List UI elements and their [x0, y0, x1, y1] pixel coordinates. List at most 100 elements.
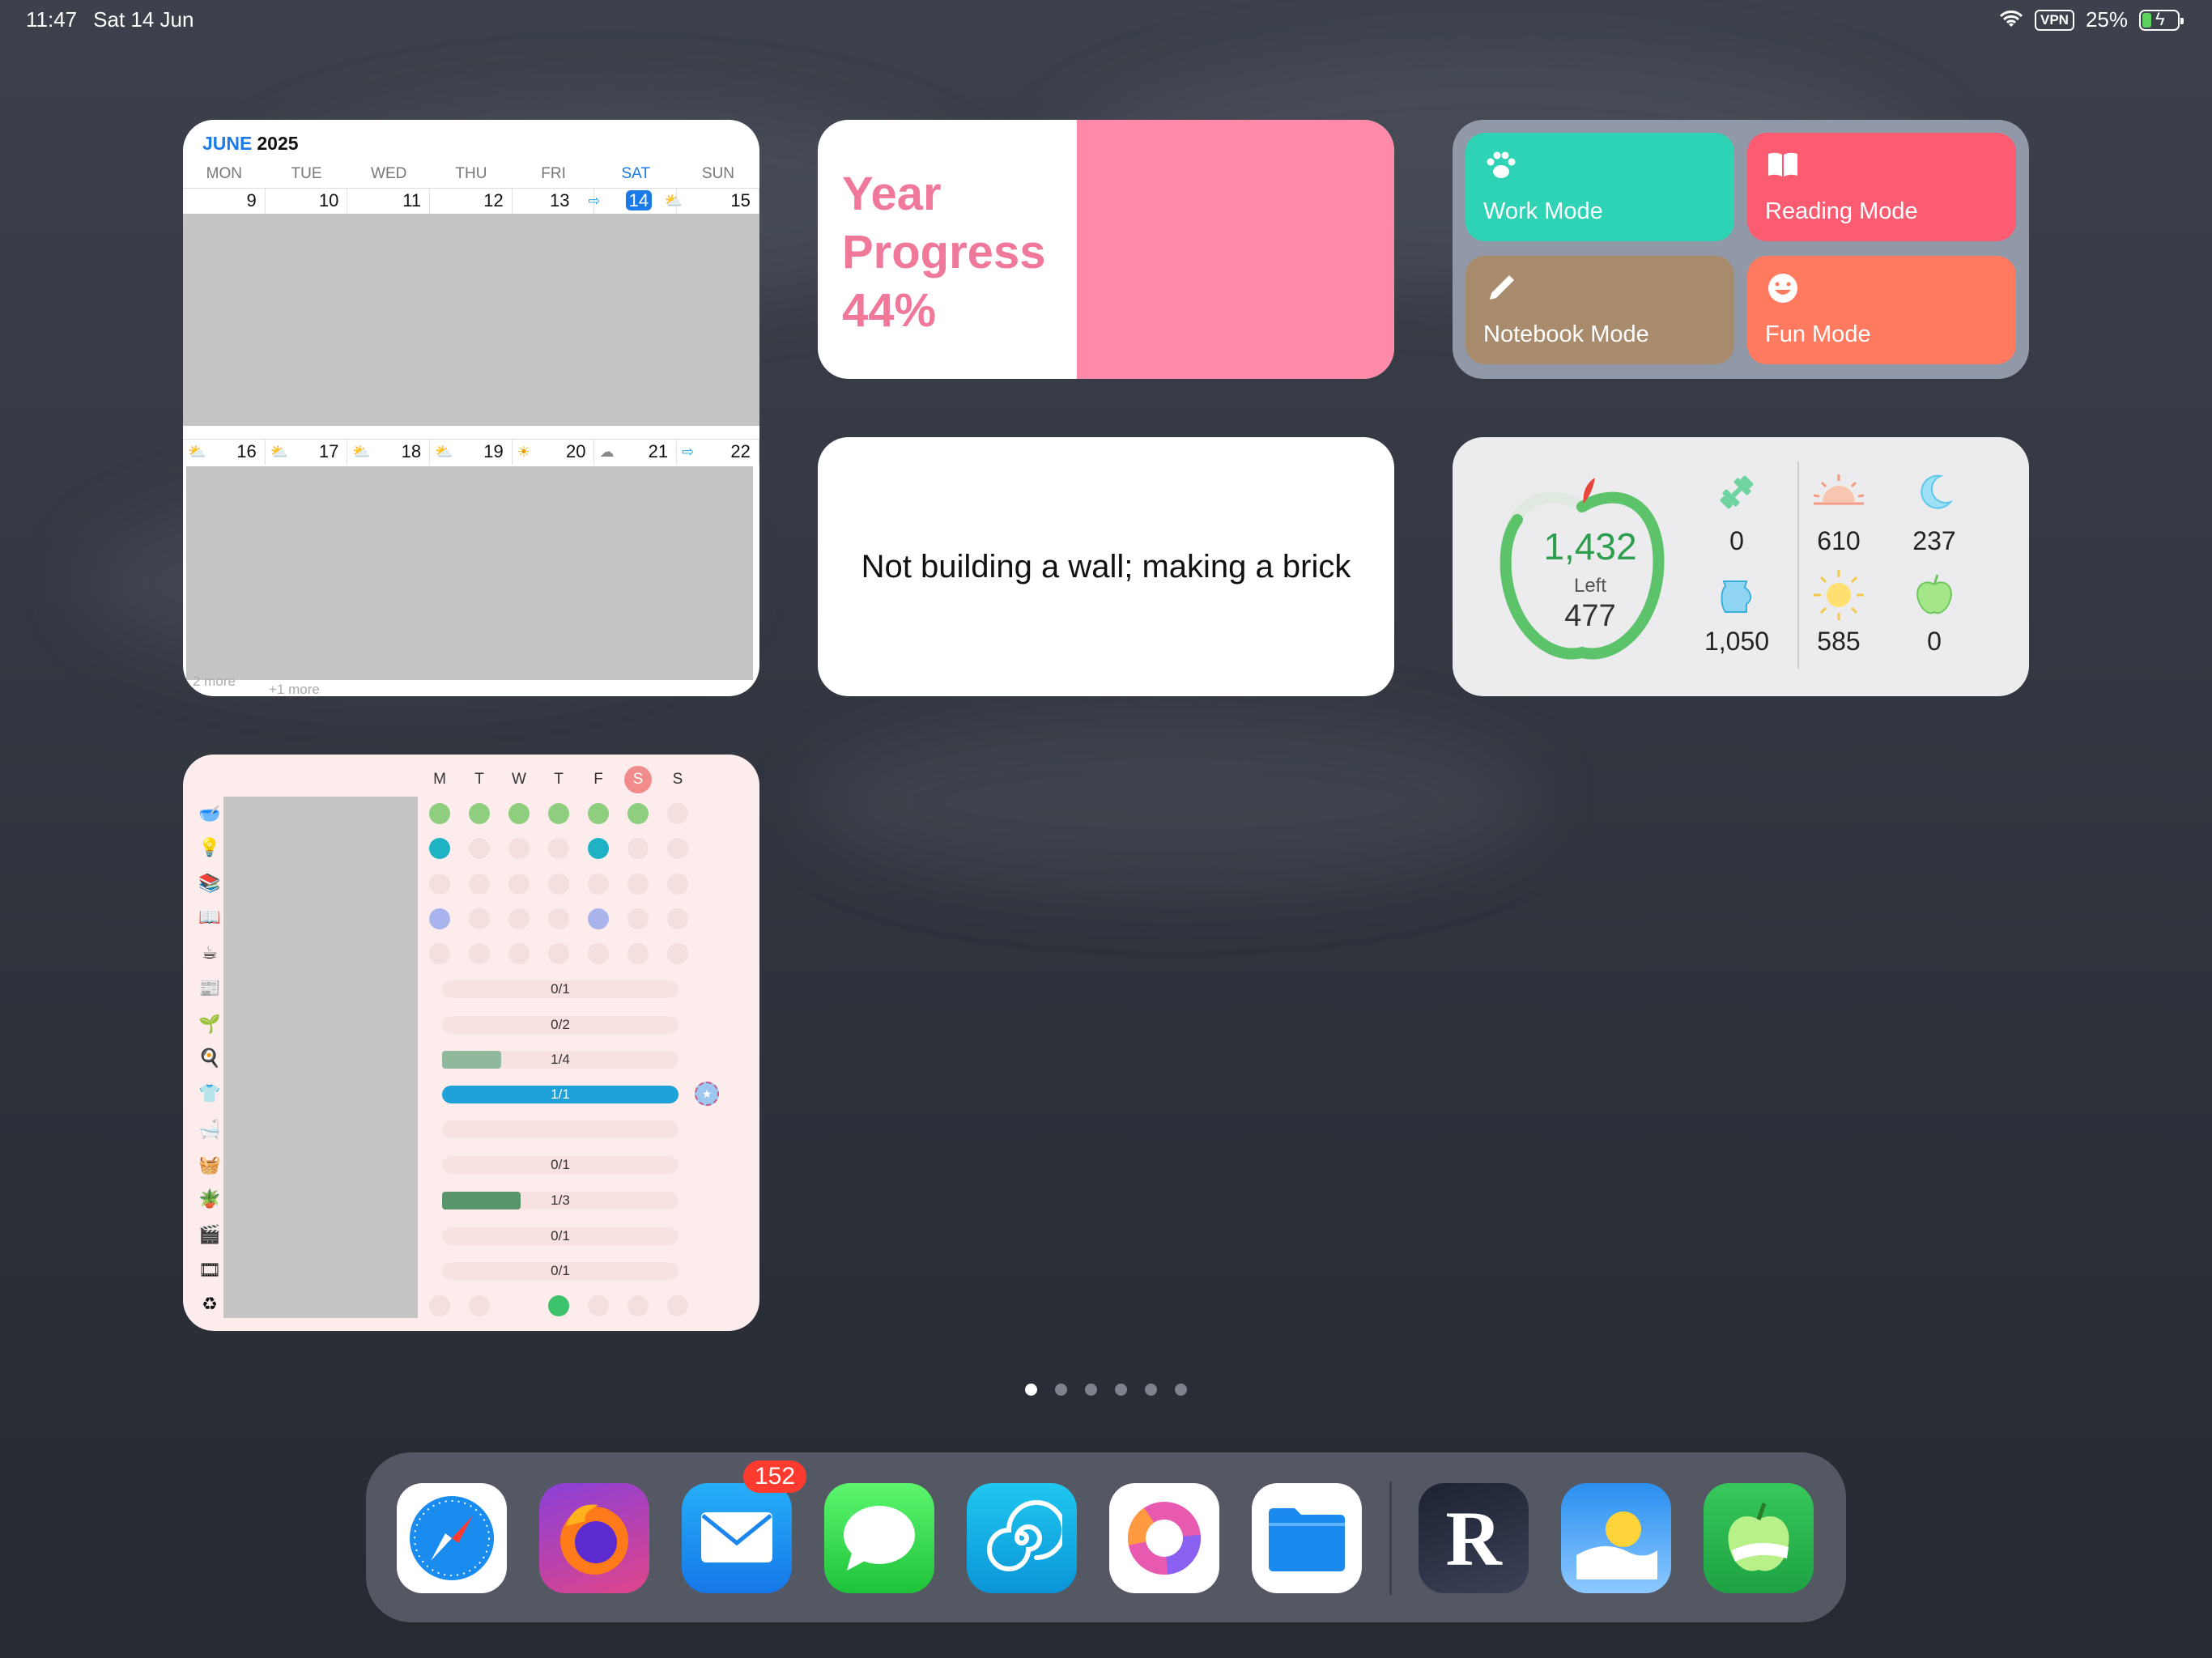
calendar-day[interactable]: 10	[266, 189, 348, 214]
calendar-day[interactable]: 9	[183, 189, 266, 214]
habit-dot-done[interactable]	[548, 1295, 569, 1316]
habit-progress-row[interactable]: 0/1	[442, 1156, 678, 1174]
firefox-app-icon[interactable]	[539, 1483, 649, 1593]
habit-progress-row[interactable]: 0/2	[442, 1016, 678, 1034]
habit-progress-row[interactable]: 1/3	[442, 1192, 678, 1209]
habit-dot-empty[interactable]	[667, 943, 688, 964]
habit-dot-empty[interactable]	[429, 943, 450, 964]
habit-dot-empty[interactable]	[627, 838, 649, 859]
habit-progress-row[interactable]: 1/4	[442, 1051, 678, 1069]
habit-dot-empty[interactable]	[548, 943, 569, 964]
page-dot[interactable]	[1175, 1384, 1187, 1396]
habit-dot-empty[interactable]	[548, 874, 569, 895]
shirt-icon: 👕	[198, 1083, 221, 1103]
habit-dot-empty[interactable]	[588, 943, 609, 964]
calendar-day[interactable]: 11	[347, 189, 431, 214]
habit-dot-empty[interactable]	[469, 943, 490, 964]
page-dot[interactable]	[1145, 1384, 1157, 1396]
habit-progress-row[interactable]: 0/1	[442, 1120, 678, 1138]
work-mode-shortcut[interactable]: Work Mode	[1465, 133, 1734, 241]
page-dot[interactable]	[1055, 1384, 1067, 1396]
habit-dot-empty[interactable]	[588, 874, 609, 895]
calendar-widget[interactable]: JUNE 2025 MON TUE WED THU FRI SAT SUN 9 1…	[183, 120, 759, 696]
calendar-day[interactable]: 12	[430, 189, 513, 214]
habit-dot-done[interactable]	[627, 803, 649, 824]
files-app-icon[interactable]	[1252, 1483, 1362, 1593]
calendar-events-redacted	[183, 214, 759, 426]
habit-dot-done[interactable]	[588, 838, 609, 859]
weekday-label: TUE	[291, 165, 322, 182]
calendar-day[interactable]: ⛅ 17	[266, 440, 348, 465]
habit-dot-empty[interactable]	[548, 908, 569, 929]
habit-dot-empty[interactable]	[588, 1295, 609, 1316]
habit-dot-empty[interactable]	[508, 908, 530, 929]
fun-mode-shortcut[interactable]: Fun Mode	[1747, 256, 2016, 364]
habit-dot-empty[interactable]	[627, 908, 649, 929]
habit-dot-empty[interactable]	[469, 838, 490, 859]
habit-dot-empty[interactable]	[548, 838, 569, 859]
coffee-icon: ☕	[202, 942, 218, 963]
habit-dot-empty[interactable]	[667, 874, 688, 895]
calendar-day[interactable]: ⛅ 18	[347, 440, 431, 465]
habit-dot-done[interactable]	[508, 803, 530, 824]
habit-dot-empty[interactable]	[627, 1295, 649, 1316]
ring-app-icon[interactable]	[1109, 1483, 1219, 1593]
reeder-app-icon[interactable]: R	[1419, 1483, 1529, 1593]
habit-dot-empty[interactable]	[627, 943, 649, 964]
habit-dot-done[interactable]	[588, 803, 609, 824]
year-progress-widget[interactable]: Year Progress 44%	[818, 120, 1394, 379]
calendar-day-today[interactable]: 14 ⛅	[594, 189, 683, 214]
habit-dot-done[interactable]	[548, 803, 569, 824]
water-jug-icon	[1692, 573, 1781, 627]
calendar-day[interactable]: ⇨ 13	[513, 189, 600, 214]
habit-dot-done[interactable]	[429, 908, 450, 929]
messages-app-icon[interactable]	[824, 1483, 934, 1593]
weather-app-icon[interactable]	[1561, 1483, 1671, 1593]
calorie-widget[interactable]: 1,432 Left 477 0 1,050 610 585 237 0	[1453, 437, 2029, 696]
page-dot-current[interactable]	[1025, 1384, 1037, 1396]
potted-plant-icon: 🪴	[198, 1188, 221, 1209]
habit-dot-empty[interactable]	[667, 908, 688, 929]
habit-dot-empty[interactable]	[667, 1295, 688, 1316]
habit-dot-empty[interactable]	[429, 1295, 450, 1316]
habit-progress-row[interactable]: 0/1	[442, 1227, 678, 1245]
year-progress-bar	[1077, 120, 1394, 379]
habit-dot-empty[interactable]	[469, 908, 490, 929]
habit-progress-row[interactable]: 1/1	[442, 1086, 678, 1103]
habit-dot-empty[interactable]	[469, 1295, 490, 1316]
calendar-day[interactable]: ⛅ 19	[430, 440, 513, 465]
quote-widget[interactable]: Not building a wall; making a brick	[818, 437, 1394, 696]
calendar-day[interactable]: ⛅ 16	[183, 440, 266, 465]
safari-app-icon[interactable]	[397, 1483, 507, 1593]
habit-dot-empty[interactable]	[508, 943, 530, 964]
page-dot[interactable]	[1085, 1384, 1097, 1396]
habit-dot-empty[interactable]	[508, 874, 530, 895]
calendar-day[interactable]: ☁ 21	[594, 440, 678, 465]
habit-dot-empty[interactable]	[627, 874, 649, 895]
notebook-mode-shortcut[interactable]: Notebook Mode	[1465, 256, 1734, 364]
habit-progress-row[interactable]: 0/1	[442, 1262, 678, 1280]
page-dot[interactable]	[1115, 1384, 1127, 1396]
habit-dot-empty[interactable]	[429, 874, 450, 895]
cooking-pan-icon: 🍳	[198, 1048, 221, 1068]
calendar-day[interactable]: ☀ 20	[513, 440, 595, 465]
day-header-selected: S	[624, 766, 652, 793]
calorie-counter-app-icon[interactable]	[1704, 1483, 1814, 1593]
habit-dot-empty[interactable]	[667, 803, 688, 824]
elytra-app-icon[interactable]	[967, 1483, 1077, 1593]
habit-tracker-widget[interactable]: M T W T F S S 🥣 💡 📚 📖 ☕ 📰 🌱 🍳 👕 🛁 🧺 🪴 🎬 …	[183, 755, 759, 1331]
habit-dot-done[interactable]	[588, 908, 609, 929]
page-indicator[interactable]	[1025, 1384, 1187, 1396]
reading-mode-shortcut[interactable]: Reading Mode	[1747, 133, 2016, 241]
mail-app-icon[interactable]	[682, 1483, 792, 1593]
habit-dot-done[interactable]	[429, 803, 450, 824]
habit-dot-done[interactable]	[469, 803, 490, 824]
habit-dot-done[interactable]	[429, 838, 450, 859]
calendar-day[interactable]: 15	[677, 189, 759, 214]
habit-dot-empty[interactable]	[667, 838, 688, 859]
status-time: 11:47	[26, 7, 78, 32]
habit-progress-row[interactable]: 0/1	[442, 980, 678, 998]
calendar-day[interactable]: ⇨ 22	[677, 440, 759, 465]
habit-dot-empty[interactable]	[469, 874, 490, 895]
habit-dot-empty[interactable]	[508, 838, 530, 859]
